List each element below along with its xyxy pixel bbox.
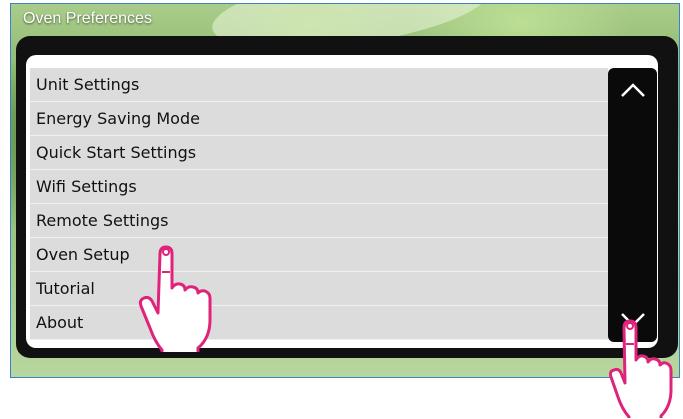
list-item-about[interactable]: About [30, 306, 608, 340]
list-item-energy-saving-mode[interactable]: Energy Saving Mode [30, 102, 608, 136]
list-item-wifi-settings[interactable]: Wifi Settings [30, 170, 608, 204]
chevron-up-icon [620, 83, 645, 97]
list-item-label: Energy Saving Mode [36, 109, 200, 128]
list-item-label: Quick Start Settings [36, 143, 197, 162]
list-scrollbar[interactable] [608, 68, 657, 342]
list-item-remote-settings[interactable]: Remote Settings [30, 204, 608, 238]
preferences-list: Unit Settings Energy Saving Mode Quick S… [30, 68, 608, 340]
list-item-unit-settings[interactable]: Unit Settings [30, 68, 608, 102]
list-item-label: Remote Settings [36, 211, 169, 230]
list-item-label: Wifi Settings [36, 177, 137, 196]
screen-title: Oven Preferences [23, 10, 152, 27]
list-item-label: Oven Setup [36, 245, 130, 264]
list-item-label: Tutorial [36, 279, 95, 298]
list-item-tutorial[interactable]: Tutorial [30, 272, 608, 306]
scroll-up-button[interactable] [608, 70, 657, 110]
tap-hand-icon [608, 319, 673, 418]
list-item-quick-start-settings[interactable]: Quick Start Settings [30, 136, 608, 170]
tap-hand-icon [138, 245, 212, 352]
list-item-oven-setup[interactable]: Oven Setup [30, 238, 608, 272]
list-item-label: About [36, 313, 84, 332]
list-item-label: Unit Settings [36, 75, 140, 94]
